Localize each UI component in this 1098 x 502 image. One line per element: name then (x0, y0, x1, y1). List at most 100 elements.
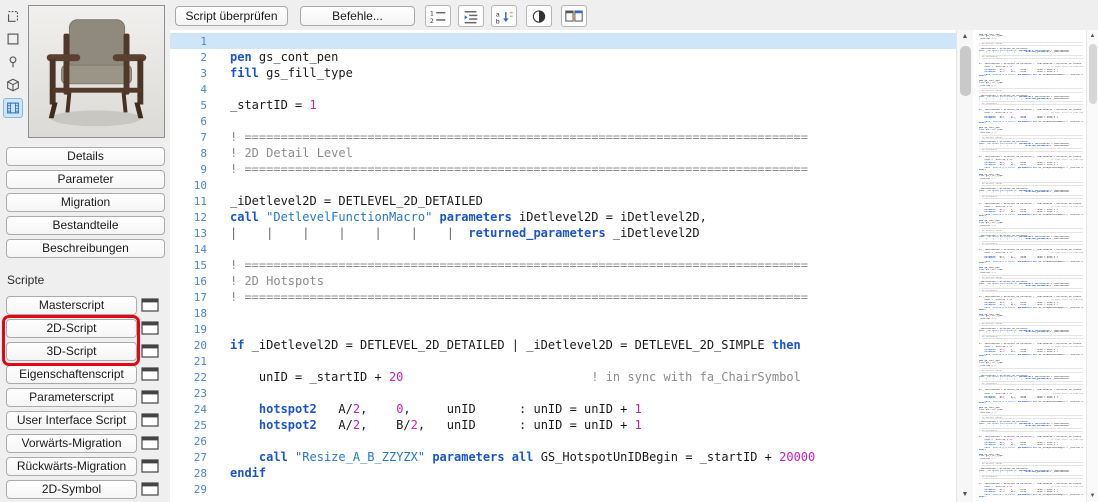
code-line-27[interactable]: 27 call "Resize_A_B_ZZYZX" parameters al… (170, 449, 956, 465)
code-text: call "DetlevelFunctionMacro" parameters … (230, 210, 707, 224)
minimap-line: unID = _startID + 20 ! in sync with fa_C… (979, 393, 1083, 395)
minimap-scrollbar-thumb[interactable] (1089, 44, 1097, 104)
film-preview-icon[interactable] (3, 98, 23, 118)
compare-windows-icon[interactable] (561, 5, 587, 27)
code-line-25[interactable]: 25 hotspot2 A/2, B/2, unID : unID = unID… (170, 417, 956, 433)
code-line-7[interactable]: 7! =====================================… (170, 129, 956, 145)
rotate-view-icon[interactable] (3, 6, 23, 26)
indent-guides-icon[interactable] (458, 5, 484, 27)
open-window-icon[interactable] (141, 321, 159, 335)
minimap-line: | | | | | | | returned_parameters _iDetl… (979, 471, 1083, 473)
code-line-2[interactable]: 2pen gs_cont_pen (170, 49, 956, 65)
code-line-17[interactable]: 17! ====================================… (170, 289, 956, 305)
code-line-15[interactable]: 15! ====================================… (170, 257, 956, 273)
code-line-1[interactable]: 1 (170, 33, 956, 49)
code-line-12[interactable]: 12call "DetlevelFunctionMacro" parameter… (170, 209, 956, 225)
line-number: 23 (170, 386, 207, 402)
script-button-vorwarts-migration[interactable]: Vorwärts-Migration (6, 434, 137, 453)
svg-text:1: 1 (430, 10, 434, 17)
script-button-user-interface-script[interactable]: User Interface Script (6, 411, 137, 430)
code-line-11[interactable]: 11_iDetlevel2D = DETLEVEL_2D_DETAILED (170, 193, 956, 209)
minimap-line: ! ======================================… (979, 418, 1083, 420)
minimap-scroll-up-arrow-icon[interactable]: ▲ (1087, 30, 1098, 42)
check-script-button[interactable]: Script überprüfen (175, 6, 288, 26)
code-line-26[interactable]: 26 (170, 433, 956, 449)
code-line-6[interactable]: 6 (170, 113, 956, 129)
code-line-16[interactable]: 16! 2D Hotspots (170, 273, 956, 289)
square-view-icon[interactable] (3, 29, 23, 49)
minimap-line: call "Resize_A_B_ZZYZX" parameters all G… (979, 447, 1083, 449)
line-numbers-icon[interactable]: 12 (425, 5, 451, 27)
line-number: 18 (170, 306, 207, 322)
open-window-icon[interactable] (141, 436, 159, 450)
contrast-icon[interactable] (526, 5, 552, 27)
open-window-icon[interactable] (141, 367, 159, 381)
open-window-icon[interactable] (141, 298, 159, 312)
sidebar-item-details[interactable]: Details (6, 147, 165, 166)
open-window-icon[interactable] (141, 459, 159, 473)
cube-3d-view-icon[interactable] (3, 75, 23, 95)
minimap-line: if _iDetlevel2D = DETLEVEL_2D_DETAILED |… (979, 343, 1083, 345)
open-window-icon[interactable] (141, 482, 159, 496)
minimap-line: call "Resize_A_B_ZZYZX" parameters all G… (979, 307, 1083, 309)
code-line-4[interactable]: 4 (170, 81, 956, 97)
code-line-28[interactable]: 28endif (170, 465, 956, 481)
code-line-23[interactable]: 23 (170, 385, 956, 401)
minimap-line: unID = _startID + 20 ! in sync with fa_C… (979, 346, 1083, 348)
script-button-masterscript[interactable]: Masterscript (6, 296, 137, 315)
sidebar-item-bestandteile[interactable]: Bestandteile (6, 216, 165, 235)
line-number: 29 (170, 482, 207, 498)
minimap-line: if _iDetlevel2D = DETLEVEL_2D_DETAILED |… (979, 203, 1083, 205)
code-line-5[interactable]: 5_startID = 1 (170, 97, 956, 113)
scroll-up-arrow-icon[interactable]: ▲ (957, 30, 973, 44)
line-number: 10 (170, 178, 207, 194)
open-window-icon[interactable] (141, 344, 159, 358)
code-line-21[interactable]: 21 (170, 353, 956, 369)
code-line-18[interactable]: 18 (170, 305, 956, 321)
code-line-19[interactable]: 19 (170, 321, 956, 337)
line-number: 16 (170, 274, 207, 290)
script-button-2d-symbol[interactable]: 2D-Symbol (6, 480, 137, 499)
minimap-line: unID = _startID + 20 ! in sync with fa_C… (979, 299, 1083, 301)
script-button-parameterscript[interactable]: Parameterscript (6, 388, 137, 407)
code-text: ! 2D Detail Level (230, 146, 353, 160)
sidebar-item-beschreibungen[interactable]: Beschreibungen (6, 239, 165, 258)
pin-view-icon[interactable] (3, 52, 23, 72)
open-window-icon[interactable] (141, 390, 159, 404)
code-line-29[interactable]: 29 (170, 481, 956, 497)
code-line-13[interactable]: 13| | | | | | | returned_parameters _iDe… (170, 225, 956, 241)
code-line-22[interactable]: 22 unID = _startID + 20 ! in sync with f… (170, 369, 956, 385)
code-line-3[interactable]: 3fill gs_fill_type (170, 65, 956, 81)
open-window-icon[interactable] (141, 413, 159, 427)
minimap-line: ! ======================================… (979, 384, 1083, 386)
minimap-scrollbar[interactable]: ▲ ▼ (1086, 30, 1098, 502)
svg-text:2: 2 (430, 17, 434, 24)
editor-scrollbar[interactable]: ▲ ▼ (956, 30, 973, 502)
code-minimap[interactable]: pen gs_cont_penfill gs_fill_type_startID… (973, 30, 1086, 502)
script-button-eigenschaftenscript[interactable]: Eigenschaftenscript (6, 365, 137, 384)
scroll-down-arrow-icon[interactable]: ▼ (957, 488, 973, 502)
code-line-24[interactable]: 24 hotspot2 A/2, 0, unID : unID = unID +… (170, 401, 956, 417)
sort-lines-icon[interactable]: ab (491, 5, 517, 27)
code-line-20[interactable]: 20if _iDetlevel2D = DETLEVEL_2D_DETAILED… (170, 337, 956, 353)
minimap-line: unID = _startID + 20 ! in sync with fa_C… (979, 206, 1083, 208)
minimap-line: | | | | | | | returned_parameters _iDetl… (979, 51, 1083, 53)
code-line-14[interactable]: 14 (170, 241, 956, 257)
code-editor[interactable]: 12pen gs_cont_pen3fill gs_fill_type45_st… (170, 30, 956, 502)
code-line-9[interactable]: 9! =====================================… (170, 161, 956, 177)
script-button-3d-script[interactable]: 3D-Script (6, 342, 137, 361)
minimap-line: ! ======================================… (979, 185, 1083, 187)
sidebar-item-parameter[interactable]: Parameter (6, 170, 165, 189)
line-number: 3 (170, 66, 207, 82)
script-button-2d-script[interactable]: 2D-Script (6, 319, 137, 338)
minimap-scroll-down-arrow-icon[interactable]: ▼ (1087, 490, 1098, 502)
editor-scrollbar-thumb[interactable] (960, 46, 971, 96)
commands-button[interactable]: Befehle... (300, 6, 415, 26)
script-button-ruckwarts-migration[interactable]: Rückwärts-Migration (6, 457, 137, 476)
code-line-8[interactable]: 8! 2D Detail Level (170, 145, 956, 161)
sidebar-item-migration[interactable]: Migration (6, 193, 165, 212)
code-line-10[interactable]: 10 (170, 177, 956, 193)
object-preview[interactable] (28, 5, 165, 138)
minimap-line: unID = _startID + 20 ! in sync with fa_C… (979, 439, 1083, 441)
line-number: 21 (170, 354, 207, 370)
